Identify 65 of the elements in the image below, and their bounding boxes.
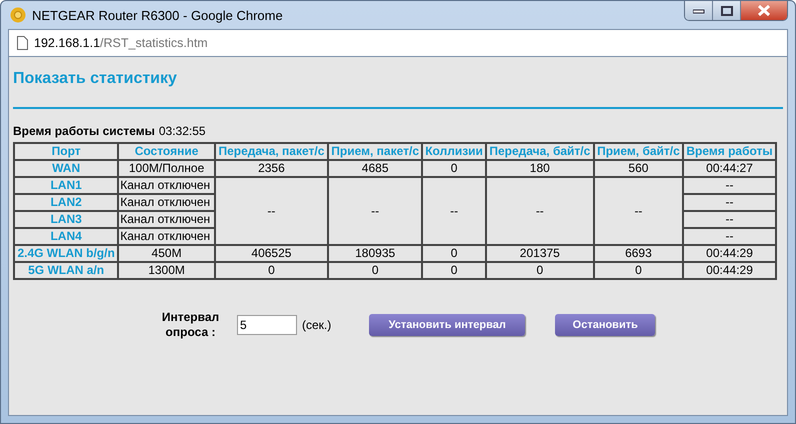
column-header: Передача, пакет/с [214, 143, 328, 160]
column-header: Время работы [683, 143, 776, 160]
page-heading: Показать статистику [13, 69, 178, 89]
table-cell: -- [328, 177, 422, 245]
table-cell: 180 [486, 160, 594, 177]
table-cell: 180935 [328, 245, 422, 262]
table-cell: 0 [486, 262, 594, 279]
port-cell: LAN3 [14, 211, 118, 228]
column-header: Прием, пакет/с [328, 143, 422, 160]
stop-button[interactable]: Остановить [555, 314, 656, 336]
table-cell: 0 [594, 262, 684, 279]
status-cell: Канал отключен [118, 177, 215, 194]
url-host: 192.168.1.1 [34, 36, 100, 50]
interval-field[interactable]: 5 [237, 315, 297, 335]
table-cell: -- [683, 194, 776, 211]
table-cell: 00:44:29 [683, 262, 776, 279]
table-cell: 2356 [214, 160, 328, 177]
table-cell: 0 [422, 245, 486, 262]
table-cell: 0 [214, 262, 328, 279]
status-cell: 100M/Полное [118, 160, 215, 177]
table-cell: -- [214, 177, 328, 245]
table-cell: 0 [422, 262, 486, 279]
port-cell: WAN [14, 160, 118, 177]
table-cell: 00:44:29 [683, 245, 776, 262]
port-cell: LAN1 [14, 177, 118, 194]
page-icon [17, 36, 28, 50]
column-header: Состояние [118, 143, 215, 160]
table-cell: -- [683, 177, 776, 194]
table-cell: -- [683, 228, 776, 245]
column-header: Передача, байт/с [486, 143, 594, 160]
address-bar[interactable]: 192.168.1.1/RST_statistics.htm [8, 29, 788, 57]
port-cell: 5G WLAN a/n [14, 262, 118, 279]
maximize-button[interactable] [713, 1, 741, 20]
column-header: Порт [14, 143, 118, 160]
close-icon [757, 5, 771, 16]
port-cell: 2.4G WLAN b/g/n [14, 245, 118, 262]
column-header: Коллизии [422, 143, 486, 160]
table-cell: 0 [328, 262, 422, 279]
table-cell: -- [683, 211, 776, 228]
table-cell: -- [486, 177, 594, 245]
column-header: Прием, байт/с [594, 143, 684, 160]
uptime-value: 03:32:55 [158, 124, 206, 138]
interval-label: Интервал опроса : [160, 310, 220, 340]
port-cell: LAN4 [14, 228, 118, 245]
uptime-label: Время работы системы [13, 124, 155, 138]
table-cell: 406525 [214, 245, 328, 262]
table-cell: 201375 [486, 245, 594, 262]
table-cell: 00:44:27 [683, 160, 776, 177]
table-cell: 6693 [594, 245, 684, 262]
status-cell: 1300M [118, 262, 215, 279]
status-cell: 450M [118, 245, 215, 262]
window-title: NETGEAR Router R6300 - Google Chrome [32, 8, 283, 22]
minimize-button[interactable] [685, 1, 713, 20]
url-path: /RST_statistics.htm [100, 36, 208, 50]
table-cell: -- [594, 177, 684, 245]
port-cell: LAN2 [14, 194, 118, 211]
table-cell: 560 [594, 160, 684, 177]
minimize-icon [692, 8, 704, 14]
close-button[interactable] [741, 1, 787, 20]
maximize-icon [720, 6, 732, 16]
table-cell: -- [422, 177, 486, 245]
table-cell: 4685 [328, 160, 422, 177]
unit-label: (сек.) [302, 318, 332, 332]
set-interval-button[interactable]: Установить интервал [369, 314, 526, 336]
table-cell: 0 [422, 160, 486, 177]
